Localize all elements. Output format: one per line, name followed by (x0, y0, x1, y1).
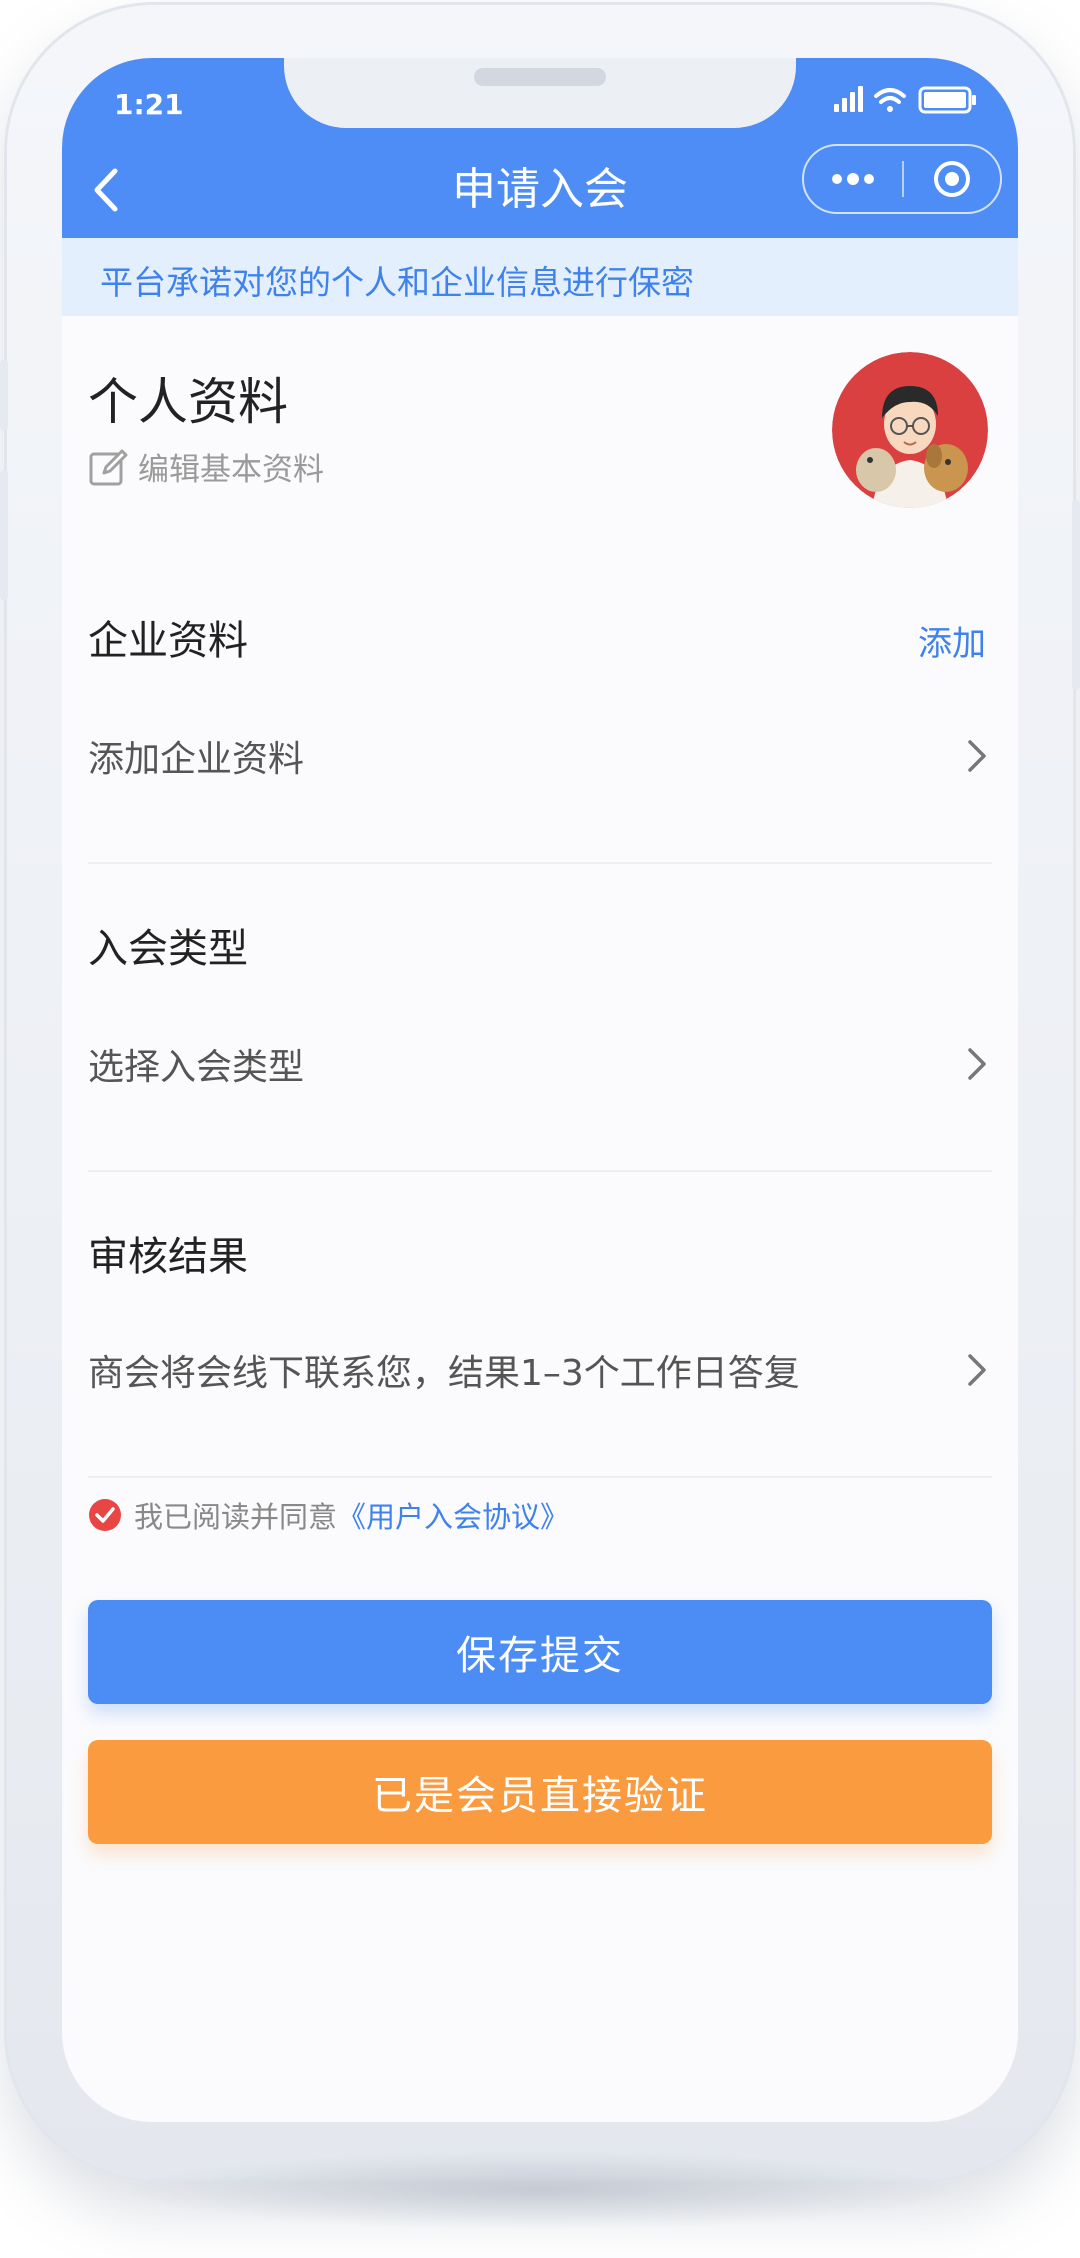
divider (88, 1170, 992, 1172)
review-result-row[interactable]: 商会将会线下联系您，结果1–3个工作日答复 (88, 1330, 992, 1410)
divider (88, 1476, 992, 1478)
agreement-row: 我已阅读并同意 《用户入会协议》 (88, 1494, 569, 1536)
status-icons (832, 82, 982, 118)
status-time: 1:21 (114, 88, 184, 121)
privacy-notice-text: 平台承诺对您的个人和企业信息进行保密 (100, 263, 694, 302)
add-company-label: 添加企业资料 (88, 739, 305, 780)
chevron-right-icon (968, 1354, 986, 1386)
edit-profile-label: 编辑基本资料 (138, 452, 324, 488)
avatar[interactable] (832, 352, 988, 508)
more-button[interactable] (804, 146, 902, 212)
company-section-title: 企业资料 (88, 618, 248, 664)
profile-title: 个人资料 (88, 373, 288, 431)
phone-shadow (120, 2150, 960, 2230)
signal-icon (834, 86, 863, 112)
mini-program-capsule (802, 144, 1002, 214)
more-icon (832, 173, 874, 185)
review-section-title: 审核结果 (88, 1234, 248, 1280)
edit-icon (89, 449, 128, 485)
add-company-link[interactable]: 添加 (918, 616, 986, 665)
check-icon[interactable] (88, 1498, 122, 1532)
side-button (0, 360, 8, 430)
screen: 1:21 申请入会 平台承诺对您的个人和企业信息进行保密 个人资料 编辑基本资料… (62, 58, 1018, 2122)
member-verify-button[interactable]: 已是会员直接验证 (88, 1740, 992, 1844)
divider (88, 862, 992, 864)
add-company-row[interactable]: 添加企业资料 (88, 716, 992, 796)
side-button (0, 470, 8, 600)
privacy-notice: 平台承诺对您的个人和企业信息进行保密 (62, 238, 1018, 316)
membership-section-title: 入会类型 (88, 926, 248, 972)
side-button (1072, 500, 1080, 690)
agreement-link[interactable]: 《用户入会协议》 (337, 1494, 569, 1536)
agreement-text: 我已阅读并同意 (134, 1500, 338, 1534)
save-submit-button[interactable]: 保存提交 (88, 1600, 992, 1704)
battery-icon (918, 86, 976, 114)
chevron-right-icon (968, 1048, 986, 1080)
edit-profile-link[interactable]: 编辑基本资料 (88, 444, 324, 489)
home-icon (934, 161, 970, 197)
home-button[interactable] (904, 146, 1000, 212)
select-membership-row[interactable]: 选择入会类型 (88, 1024, 992, 1104)
wifi-icon (874, 88, 906, 112)
chevron-right-icon (968, 740, 986, 772)
speaker (474, 68, 606, 86)
select-membership-label: 选择入会类型 (88, 1047, 305, 1088)
review-result-label: 商会将会线下联系您，结果1–3个工作日答复 (88, 1353, 800, 1394)
